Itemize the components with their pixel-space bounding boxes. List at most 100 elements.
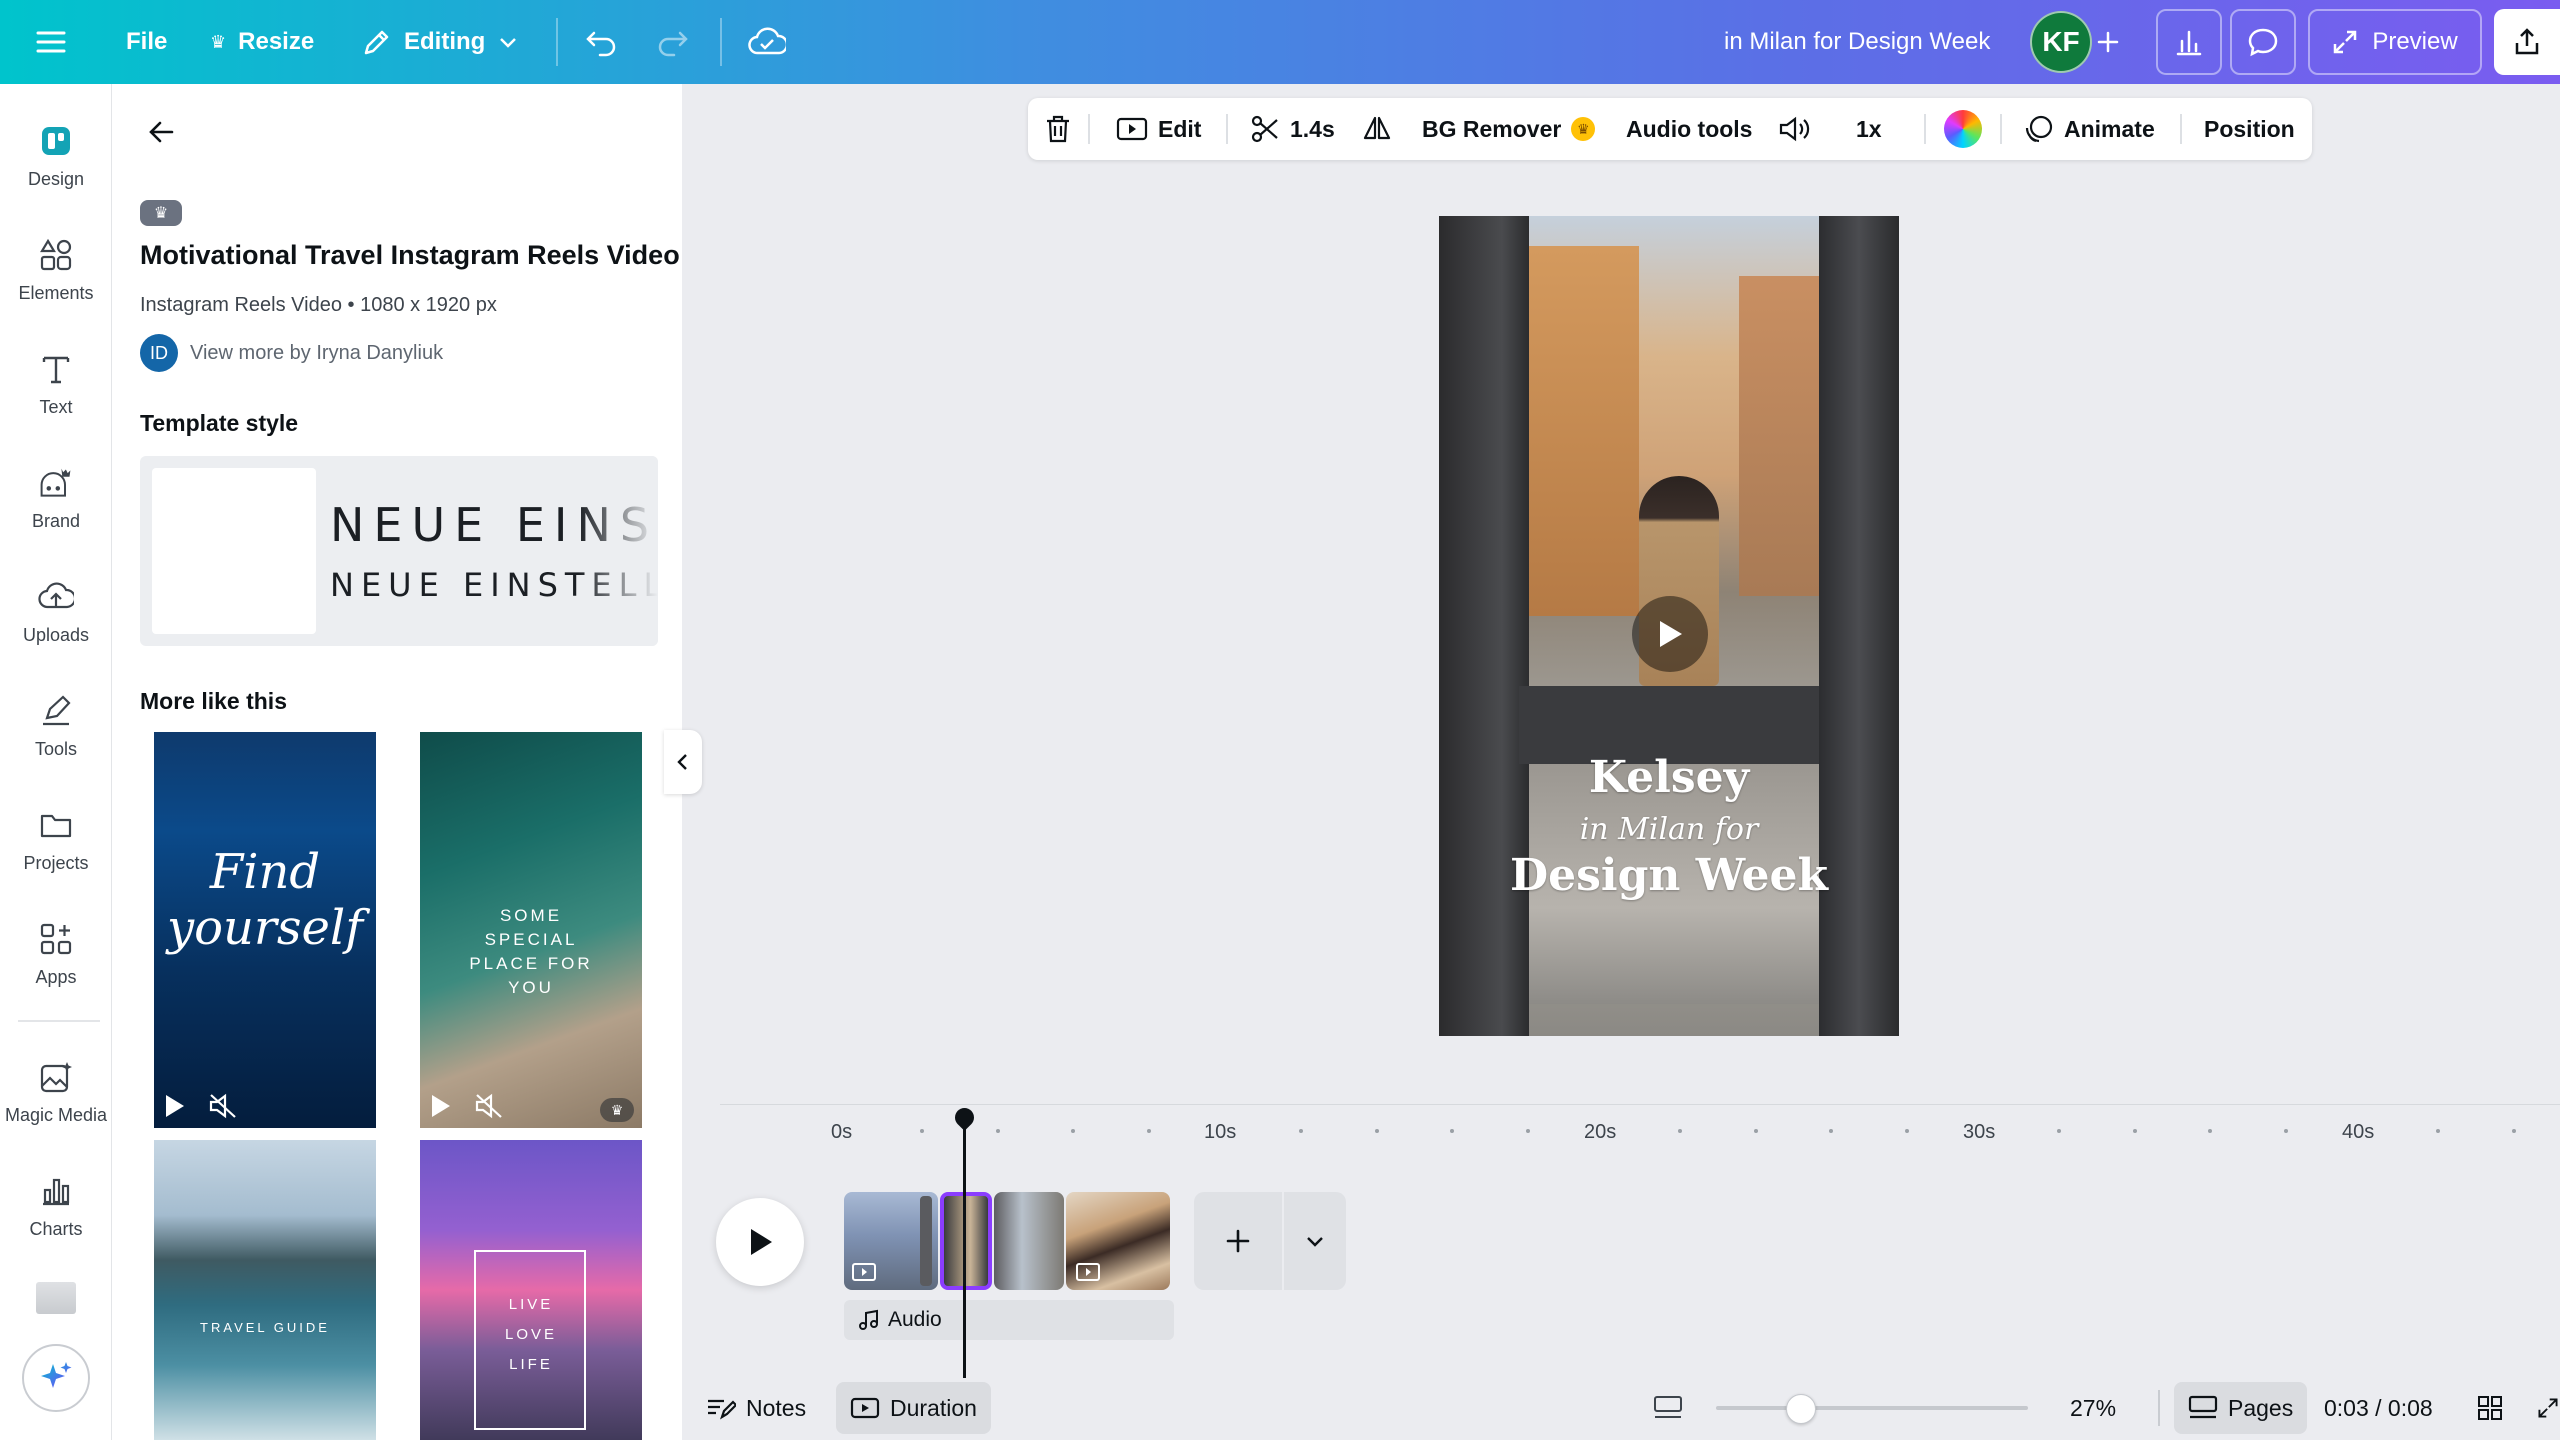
play-icon[interactable] xyxy=(430,1093,452,1119)
resize-label: Resize xyxy=(238,28,315,55)
sidebar-item-magic-media[interactable]: Magic Media xyxy=(0,1042,112,1142)
timeline-clip[interactable] xyxy=(1066,1192,1170,1290)
share-button[interactable] xyxy=(2494,9,2560,75)
canvas-title-line-1[interactable]: Kelsey xyxy=(1439,752,1899,803)
audio-track[interactable]: Audio xyxy=(844,1300,1174,1340)
canvas-title-line-2[interactable]: in Milan for xyxy=(1439,812,1899,847)
template-thumbnail[interactable]: TRAVEL GUIDE xyxy=(154,1140,376,1440)
trash-icon xyxy=(1047,115,1069,143)
timeline-clip-selected[interactable] xyxy=(940,1192,992,1290)
flip-button[interactable] xyxy=(1362,98,1392,160)
timeline-play-button[interactable] xyxy=(716,1198,804,1286)
crown-icon: ♛ xyxy=(153,205,169,222)
notes-button[interactable]: Notes xyxy=(706,1382,806,1434)
preview-button[interactable]: Preview xyxy=(2308,9,2482,75)
sidebar-item-brand[interactable]: Brand xyxy=(0,448,112,548)
zoom-slider-track[interactable] xyxy=(1716,1406,2028,1410)
fullscreen-button[interactable] xyxy=(2536,1382,2560,1434)
sidebar-item-text[interactable]: Text xyxy=(0,334,112,434)
add-page-button[interactable] xyxy=(1194,1192,1284,1290)
grid-view-button[interactable] xyxy=(2476,1382,2504,1434)
color-swatch xyxy=(152,468,316,634)
animate-button[interactable]: Animate xyxy=(2024,98,2155,160)
app-thumbnail-icon[interactable] xyxy=(36,1282,76,1314)
sidebar-item-design[interactable]: Design xyxy=(0,106,112,206)
insights-button[interactable] xyxy=(2156,9,2222,75)
edit-label: Edit xyxy=(1158,115,1202,142)
template-format: Instagram Reels Video • 1080 x 1920 px xyxy=(140,294,497,316)
template-style-card[interactable]: NEUE EINSTELLUNG NEUE EINSTELLUNG xyxy=(140,456,658,646)
menu-button[interactable] xyxy=(36,10,66,74)
building-left xyxy=(1529,246,1639,616)
add-collaborator-button[interactable] xyxy=(2096,10,2120,74)
play-icon xyxy=(751,1229,772,1255)
redo-button[interactable] xyxy=(656,10,690,74)
editing-mode-dropdown[interactable]: Editing xyxy=(362,10,519,74)
folder-icon xyxy=(38,807,74,843)
sidebar-item-elements[interactable]: Elements xyxy=(0,220,112,320)
timeline-tick-dot xyxy=(1753,1129,1758,1133)
timeline-clip[interactable] xyxy=(994,1192,1064,1290)
template-thumbnail[interactable]: LIVE LOVE LIFE xyxy=(420,1140,642,1440)
sidebar-item-tools[interactable]: Tools xyxy=(0,676,112,776)
doc-title-text: in Milan for Design Week xyxy=(1724,28,1991,55)
author-link[interactable]: View more by Iryna Danyliuk xyxy=(190,342,443,365)
canvas-title-line-3[interactable]: Design Week xyxy=(1439,850,1899,901)
zoom-percentage[interactable]: 27% xyxy=(2070,1382,2116,1434)
template-thumbnail[interactable]: Find yourself xyxy=(154,732,376,1128)
animate-label: Animate xyxy=(2064,115,2155,142)
fade-overlay xyxy=(578,456,658,646)
sidebar-item-uploads[interactable]: Uploads xyxy=(0,562,112,662)
save-status-button[interactable] xyxy=(748,10,786,74)
bg-remover-button[interactable]: BG Remover ♛ xyxy=(1422,98,1596,160)
file-menu[interactable]: File xyxy=(126,10,167,74)
trim-button[interactable]: 1.4s xyxy=(1250,98,1335,160)
add-page-options-button[interactable] xyxy=(1284,1192,1346,1290)
position-button[interactable]: Position xyxy=(2204,98,2295,160)
pages-button[interactable]: Pages xyxy=(2174,1382,2308,1434)
playback-speed-button[interactable]: 1x xyxy=(1856,98,1882,160)
volume-button[interactable] xyxy=(1778,98,1810,160)
timeline-tick-dot xyxy=(2435,1129,2440,1133)
sidebar-item-projects[interactable]: Projects xyxy=(0,790,112,890)
zoom-slider-handle[interactable] xyxy=(1786,1394,1816,1424)
play-icon[interactable] xyxy=(164,1093,186,1119)
magic-media-icon xyxy=(38,1059,74,1095)
magic-assistant-button[interactable] xyxy=(22,1344,90,1412)
collapse-panel-button[interactable] xyxy=(664,730,702,794)
comment-icon xyxy=(2248,28,2278,57)
top-bar: File ♛ Resize Editing in Milan for Desig… xyxy=(0,0,2560,84)
divider xyxy=(2158,1390,2160,1426)
canvas-play-button[interactable] xyxy=(1632,596,1708,672)
hamburger-icon xyxy=(36,31,66,53)
comments-button[interactable] xyxy=(2230,9,2296,75)
undo-button[interactable] xyxy=(584,10,618,74)
flip-icon xyxy=(1363,116,1391,140)
author-avatar[interactable]: ID xyxy=(140,334,178,372)
mute-icon[interactable] xyxy=(208,1092,238,1120)
sidebar-item-apps[interactable]: Apps xyxy=(0,904,112,1004)
edit-video-button[interactable]: Edit xyxy=(1116,98,1201,160)
cloud-check-icon xyxy=(748,27,786,55)
timeline-tick-dot xyxy=(1905,1129,1910,1133)
sidebar-item-charts[interactable]: Charts xyxy=(0,1156,112,1256)
page-layout-icon xyxy=(1654,1396,1682,1418)
document-title[interactable]: in Milan for Design Week xyxy=(1724,10,1990,74)
resize-button[interactable]: ♛ Resize xyxy=(210,10,314,74)
template-thumbnail[interactable]: SOME SPECIAL PLACE FOR YOU ♛ xyxy=(420,732,642,1128)
back-button[interactable] xyxy=(142,112,182,152)
plus-icon xyxy=(2097,31,2119,53)
expand-icon xyxy=(2334,30,2357,54)
delete-button[interactable] xyxy=(1044,98,1072,160)
page-view-button[interactable] xyxy=(1652,1382,1684,1434)
avatar[interactable]: KF xyxy=(2030,11,2092,73)
clip-split-handle[interactable] xyxy=(920,1196,932,1286)
playhead[interactable] xyxy=(963,1116,966,1378)
duration-button[interactable]: Duration xyxy=(836,1382,991,1434)
pages-icon xyxy=(2188,1395,2218,1419)
mute-icon[interactable] xyxy=(474,1092,504,1120)
color-button[interactable] xyxy=(1944,98,1982,160)
audio-tools-button[interactable]: Audio tools xyxy=(1626,98,1752,160)
sidebar-item-label: Brand xyxy=(31,510,81,531)
play-icon xyxy=(1660,621,1682,647)
